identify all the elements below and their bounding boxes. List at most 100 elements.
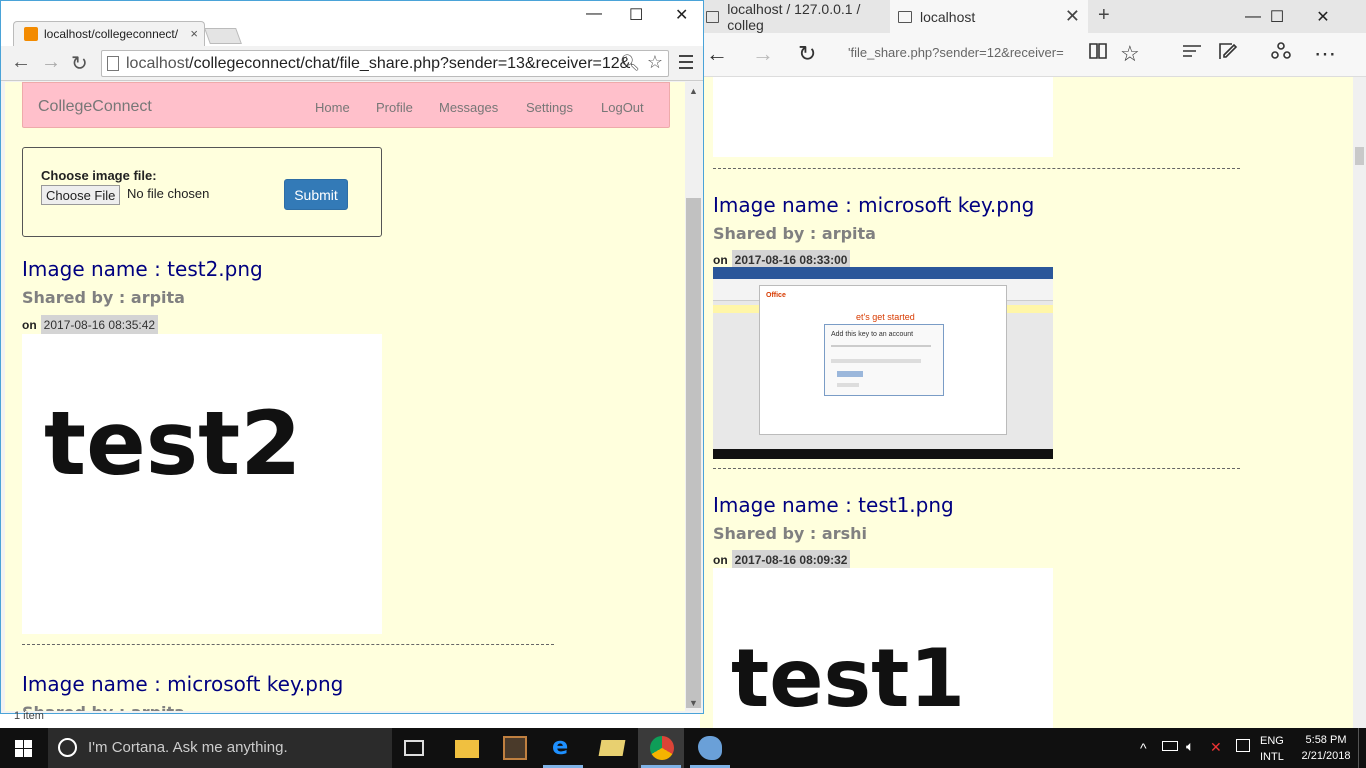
edge-navigation-bar: ← → ↻ 'file_share.php?sender=12&receiver…: [700, 33, 1366, 77]
edge-window: localhost / 127.0.0.1 / colleg localhost…: [700, 0, 1366, 728]
tab-page-icon: [898, 10, 912, 23]
word-titlebar: [713, 267, 1053, 279]
chrome-menu-icon[interactable]: [679, 55, 693, 73]
office-heading: et's get started: [856, 312, 915, 322]
url-host: localhost: [126, 55, 190, 72]
tab-page-icon: [706, 10, 720, 23]
chrome-tab-collegeconnect[interactable]: localhost/collegeconnect/ ×: [13, 21, 205, 46]
forward-arrow-icon[interactable]: →: [752, 41, 774, 67]
chrome-scrollbar[interactable]: ▲ ▼: [685, 82, 702, 711]
file-explorer-icon[interactable]: [455, 740, 479, 758]
upload-form: Choose image file: Choose File No file c…: [22, 147, 382, 237]
screenshot-taskbar: [713, 449, 1053, 459]
show-desktop-button[interactable]: [1358, 728, 1366, 768]
image-name: Image name : microsoft key.png: [713, 193, 1035, 217]
favorite-star-icon[interactable]: ☆: [1120, 41, 1140, 67]
post-divider: [713, 168, 1240, 169]
chrome-toolbar: ← → ↻ localhost/collegeconnect/chat/file…: [1, 46, 703, 81]
back-arrow-icon[interactable]: ←: [11, 51, 31, 74]
new-tab-button[interactable]: +: [1098, 4, 1110, 27]
chrome-browser-icon[interactable]: [650, 736, 674, 760]
site-brand[interactable]: CollegeConnect: [38, 98, 152, 116]
battery-icon[interactable]: [1162, 741, 1178, 751]
action-center-icon[interactable]: [1236, 739, 1250, 752]
edge-tab-phpmyadmin[interactable]: localhost / 127.0.0.1 / colleg: [700, 0, 890, 33]
chrome-address-bar[interactable]: localhost/collegeconnect/chat/file_share…: [101, 50, 669, 77]
nav-home[interactable]: Home: [315, 100, 350, 115]
new-tab-button[interactable]: [204, 28, 242, 44]
folder-app-icon[interactable]: [598, 740, 626, 756]
keyboard-layout: INTL: [1260, 751, 1284, 763]
nav-logout[interactable]: LogOut: [601, 100, 644, 115]
system-clock[interactable]: 5:58 PM 2/21/2018: [1298, 732, 1354, 764]
edge-tab-bar: localhost / 127.0.0.1 / colleg localhost…: [700, 0, 1366, 33]
refresh-icon[interactable]: ↻: [798, 41, 816, 67]
on-label: on: [713, 553, 728, 567]
on-label: on: [22, 318, 37, 332]
nav-profile[interactable]: Profile: [376, 100, 413, 115]
add-key-dialog-title: Add this key to an account: [831, 331, 914, 338]
xampp-favicon-icon: [24, 27, 38, 41]
more-options-icon[interactable]: ⋯: [1314, 41, 1336, 67]
choose-file-button[interactable]: Choose File: [41, 185, 121, 205]
web-note-icon[interactable]: [1218, 41, 1238, 67]
hub-icon[interactable]: [1182, 41, 1202, 67]
edge-page-content: Image name : microsoft key.png Shared by…: [700, 77, 1353, 728]
shared-image-test2[interactable]: test2: [22, 334, 382, 634]
previous-image-bottom: [713, 77, 1053, 157]
shared-date-row: on 2017-08-16 08:35:42: [22, 315, 159, 335]
submit-button[interactable]: Submit: [284, 179, 348, 210]
scroll-up-arrow-icon[interactable]: ▲: [689, 86, 698, 96]
scroll-down-arrow-icon[interactable]: ▼: [689, 698, 698, 708]
bookmark-star-icon[interactable]: ☆: [647, 52, 663, 73]
network-status-icon[interactable]: ✕: [1210, 739, 1222, 756]
shared-date-row: on 2017-08-16 08:09:32: [713, 550, 851, 570]
input-language[interactable]: ENG INTL: [1260, 733, 1284, 765]
shared-image-microsoft-key[interactable]: Office et's get started Add this key to …: [713, 267, 1053, 459]
windows-start-icon[interactable]: [15, 740, 32, 757]
shared-by: Shared by : arshi: [713, 524, 867, 543]
maximize-button[interactable]: ☐: [1254, 0, 1300, 33]
scroll-thumb[interactable]: [686, 198, 701, 708]
shared-image-test1[interactable]: test1: [713, 568, 1053, 728]
reload-icon[interactable]: ↻: [71, 51, 88, 76]
volume-icon[interactable]: 🔈︎: [1186, 738, 1194, 755]
add-key-dialog: Add this key to an account: [824, 324, 944, 396]
office-dialog: Office et's get started Add this key to …: [759, 285, 1007, 435]
post-divider: [22, 644, 554, 645]
reading-view-icon[interactable]: [1088, 41, 1108, 67]
office-logo-text: Office: [766, 292, 786, 299]
status-bar-text: 1 item: [14, 710, 44, 722]
taskbar: I'm Cortana. Ask me anything. e ^ 🔈︎ ✕ E…: [0, 728, 1366, 768]
cortana-icon: [58, 738, 77, 757]
url-path: /collegeconnect/chat/file_share.php?send…: [189, 55, 631, 72]
edge-scrollbar[interactable]: [1353, 77, 1366, 728]
minimize-button[interactable]: —: [586, 5, 602, 23]
nav-settings[interactable]: Settings: [526, 100, 573, 115]
nav-messages[interactable]: Messages: [439, 100, 498, 115]
sublime-text-icon[interactable]: [503, 736, 527, 760]
task-view-icon[interactable]: [404, 740, 424, 756]
file-status: No file chosen: [127, 186, 210, 201]
close-window-button[interactable]: ✕: [675, 5, 688, 25]
image-name: Image name : test2.png: [22, 257, 263, 281]
close-tab-icon[interactable]: ✕: [1065, 6, 1080, 27]
edge-address-bar[interactable]: 'file_share.php?sender=12&receiver=: [848, 45, 1074, 67]
close-tab-icon[interactable]: ×: [190, 26, 198, 41]
cortana-placeholder: I'm Cortana. Ask me anything.: [88, 739, 288, 756]
language-code: ENG: [1260, 735, 1284, 747]
paint-icon[interactable]: [698, 736, 722, 760]
forward-arrow-icon[interactable]: →: [41, 51, 61, 74]
back-arrow-icon[interactable]: ←: [706, 41, 728, 67]
cortana-search-box[interactable]: I'm Cortana. Ask me anything.: [48, 728, 392, 768]
share-icon[interactable]: [1270, 41, 1292, 67]
edge-browser-icon[interactable]: e: [552, 732, 576, 760]
chrome-tab-label: localhost/collegeconnect/: [44, 27, 179, 41]
close-window-button[interactable]: ✕: [1300, 0, 1346, 33]
maximize-button[interactable]: ☐: [629, 5, 643, 25]
clock-time: 5:58 PM: [1305, 734, 1347, 746]
edge-tab-localhost[interactable]: localhost ✕: [890, 0, 1088, 33]
show-hidden-icons-icon[interactable]: ^: [1140, 740, 1147, 756]
chrome-title-bar: localhost/collegeconnect/ × — ☐ ✕: [1, 1, 703, 46]
search-icon[interactable]: 🔍︎: [620, 53, 640, 73]
